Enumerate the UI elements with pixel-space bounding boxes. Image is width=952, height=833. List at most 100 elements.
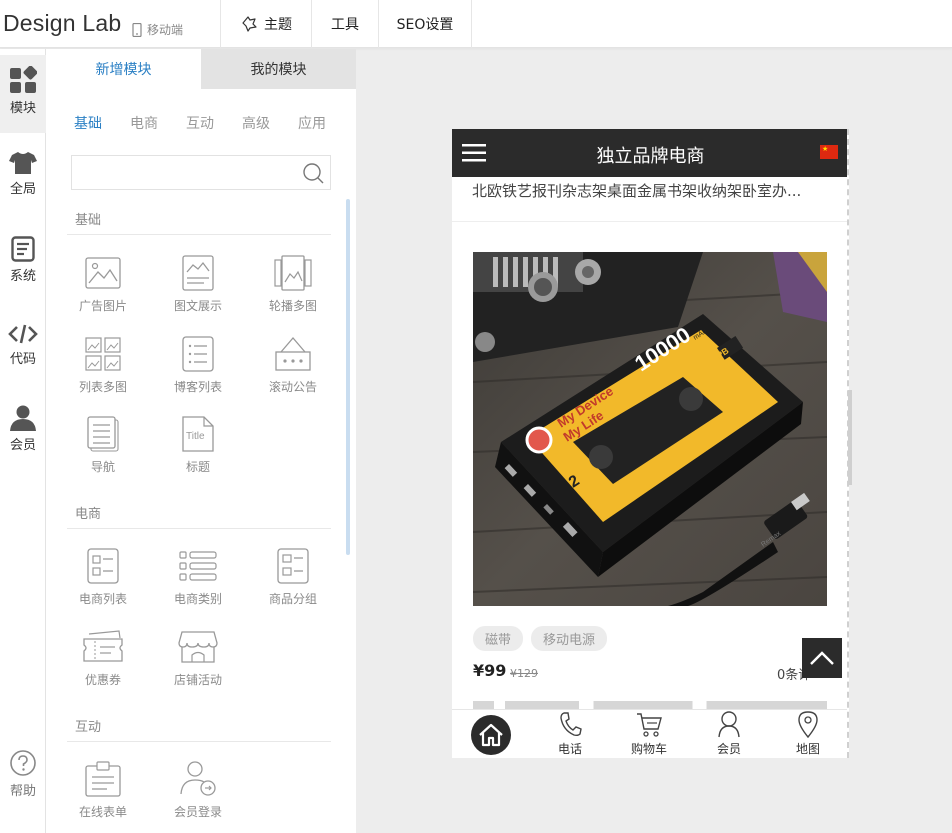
rail-label-global: 全局 xyxy=(9,182,36,197)
menu-seo-label: SEO设置 xyxy=(396,17,454,33)
menu-theme[interactable]: 主题 xyxy=(220,0,311,48)
rail-label-system: 系统 xyxy=(9,269,36,284)
module-title[interactable]: Title 标题 xyxy=(158,414,238,475)
nav-list-icon xyxy=(87,416,119,452)
search-icon[interactable] xyxy=(302,162,324,184)
nav-phone[interactable]: 电话 xyxy=(530,710,610,758)
image-icon xyxy=(85,257,121,289)
subtab-ecommerce[interactable]: 电商 xyxy=(130,113,186,133)
module-online-form[interactable]: 在线表单 xyxy=(63,759,143,820)
nav-label: 地图 xyxy=(795,742,820,756)
nav-label: 电话 xyxy=(557,742,582,756)
product-tags: 磁带 移动电源 xyxy=(473,626,615,651)
module-label: 图文展示 xyxy=(173,299,222,313)
module-image-text[interactable]: 图文展示 xyxy=(158,253,238,314)
module-blog-list[interactable]: 博客列表 xyxy=(158,334,238,395)
product-image[interactable]: My Device My Life 10000 mAh PB 2 Remax xyxy=(473,252,827,606)
tab-my-modules[interactable]: 我的模块 xyxy=(201,49,356,89)
product-tag[interactable]: 移动电源 xyxy=(531,626,608,651)
rail-item-code[interactable]: 代码 xyxy=(0,323,46,367)
section-divider xyxy=(67,741,331,742)
mobile-preview[interactable]: 独立品牌电商 ★ 北欧铁艺报刊杂志架桌面金属书架收纳架卧室办... My Dev… xyxy=(452,129,849,758)
module-ecommerce-list[interactable]: 电商列表 xyxy=(63,546,143,607)
module-navigation[interactable]: 导航 xyxy=(63,414,143,475)
mobile-mode-switch[interactable]: 移动端 xyxy=(132,21,183,38)
module-search-input[interactable] xyxy=(72,156,292,189)
subtab-interaction[interactable]: 互动 xyxy=(186,113,242,133)
form-clipboard-icon xyxy=(85,761,121,797)
module-ad-image[interactable]: 广告图片 xyxy=(63,253,143,314)
rail-item-global[interactable]: 全局 xyxy=(0,151,46,197)
subtab-apps[interactable]: 应用 xyxy=(298,113,354,133)
module-label: 店铺活动 xyxy=(173,673,222,687)
map-pin-icon xyxy=(798,711,818,738)
nav-member[interactable]: 会员 xyxy=(689,710,769,758)
nav-label: 会员 xyxy=(716,742,741,756)
tab-add-module[interactable]: 新增模块 xyxy=(46,49,201,89)
phone-icon xyxy=(560,712,582,737)
rail-item-help[interactable]: 帮助 xyxy=(0,749,46,799)
module-label: 优惠券 xyxy=(84,673,121,687)
category-tabs: 基础 电商 互动 高级 应用 xyxy=(74,113,354,133)
product-original-price: ¥129 xyxy=(510,667,538,680)
china-flag-icon[interactable]: ★ xyxy=(820,145,838,159)
top-bar: Design Lab 移动端 主题 工具 SEO设置 xyxy=(0,0,952,48)
member-icon xyxy=(718,711,740,738)
nav-home[interactable] xyxy=(471,715,511,755)
module-coupon[interactable]: 优惠券 xyxy=(63,627,143,688)
subtab-basic[interactable]: 基础 xyxy=(74,113,130,133)
rail-label-help: 帮助 xyxy=(9,784,36,799)
nav-cart[interactable]: 购物车 xyxy=(609,710,689,758)
document-icon xyxy=(11,236,35,262)
title-doc-icon: Title xyxy=(182,416,214,452)
product-price: ¥99 xyxy=(473,661,507,680)
home-icon xyxy=(479,723,503,747)
rail-item-system[interactable]: 系统 xyxy=(0,236,46,284)
subtab-advanced[interactable]: 高级 xyxy=(242,113,298,133)
product-tag[interactable]: 磁带 xyxy=(473,626,524,651)
user-icon xyxy=(10,405,36,431)
menu-seo[interactable]: SEO设置 xyxy=(378,0,472,48)
panel-scrollbar[interactable] xyxy=(346,199,350,555)
module-label: 博客列表 xyxy=(173,380,222,394)
rail-item-member[interactable]: 会员 xyxy=(0,405,46,453)
module-label: 轮播多图 xyxy=(268,299,317,313)
notice-board-icon xyxy=(275,337,311,371)
module-list-images[interactable]: 列表多图 xyxy=(63,334,143,395)
preview-site-title: 独立品牌电商 xyxy=(596,146,705,167)
section-title-interaction: 互动 xyxy=(75,720,102,735)
theme-icon xyxy=(242,16,257,32)
back-to-top-button[interactable] xyxy=(802,638,842,678)
rail-item-modules[interactable]: 模块 xyxy=(0,55,46,133)
module-label: 广告图片 xyxy=(78,299,127,313)
storefront-icon xyxy=(178,631,218,663)
preview-header: 独立品牌电商 ★ xyxy=(452,129,847,177)
module-member-login[interactable]: 会员登录 xyxy=(158,759,238,820)
code-icon xyxy=(8,324,38,344)
rail-label-code: 代码 xyxy=(9,352,36,367)
section-divider xyxy=(67,528,331,529)
top-menu: 主题 工具 SEO设置 xyxy=(220,0,472,48)
module-label: 滚动公告 xyxy=(268,380,317,394)
previous-product-title[interactable]: 北欧铁艺报刊杂志架桌面金属书架收纳架卧室办... xyxy=(472,180,832,201)
module-label: 商品分组 xyxy=(268,592,317,606)
module-ecommerce-category[interactable]: 电商类别 xyxy=(158,546,238,607)
module-label: 在线表单 xyxy=(78,805,127,819)
member-login-icon xyxy=(180,761,216,796)
menu-tools[interactable]: 工具 xyxy=(311,0,378,48)
module-label: 导航 xyxy=(90,460,115,474)
module-scroll-notice[interactable]: 滚动公告 xyxy=(253,334,333,395)
module-label: 电商类别 xyxy=(173,592,222,606)
module-product-group[interactable]: 商品分组 xyxy=(253,546,333,607)
list-doc-icon xyxy=(182,336,214,372)
menu-tools-label: 工具 xyxy=(331,17,359,33)
module-label: 电商列表 xyxy=(78,592,127,606)
app-logo[interactable]: Design Lab xyxy=(3,10,121,37)
chevron-up-icon xyxy=(810,651,834,665)
preview-scrollbar[interactable] xyxy=(848,390,852,485)
module-store-activity[interactable]: 店铺活动 xyxy=(158,627,238,688)
module-carousel[interactable]: 轮播多图 xyxy=(253,253,333,314)
nav-map[interactable]: 地图 xyxy=(768,710,847,758)
carousel-icon xyxy=(274,255,312,291)
help-icon xyxy=(10,750,36,776)
